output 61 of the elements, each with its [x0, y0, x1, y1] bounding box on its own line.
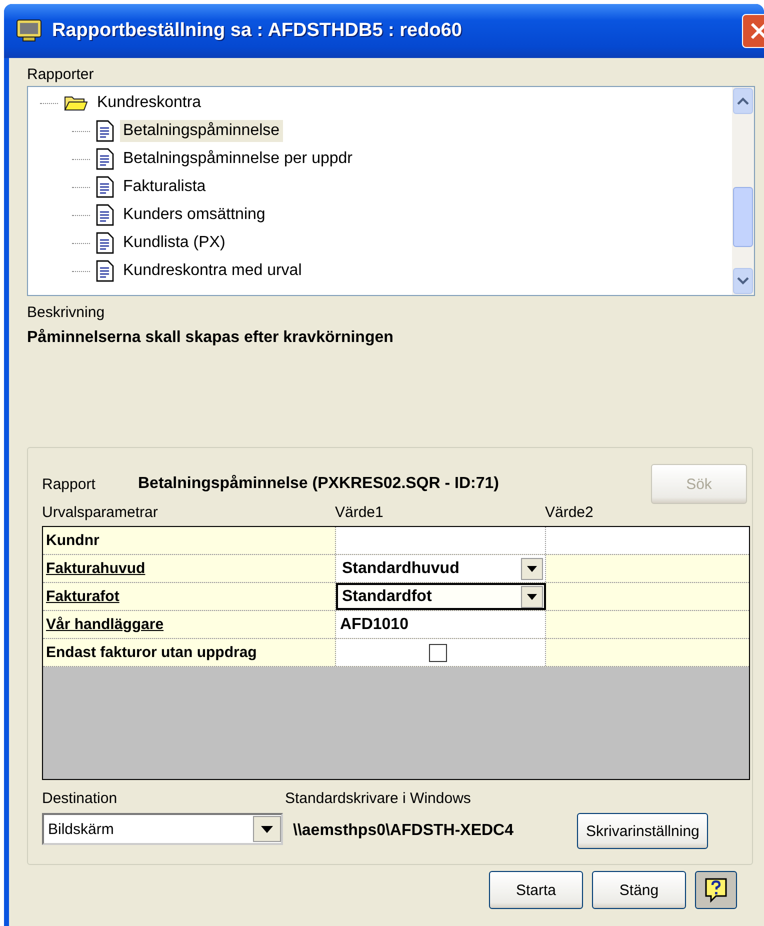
tree-item[interactable]: Kunders omsättning	[120, 204, 268, 226]
help-button[interactable]	[695, 871, 737, 909]
tree-item[interactable]: Kundreskontra med urval	[120, 260, 305, 282]
dropdown-button[interactable]	[253, 816, 281, 842]
document-icon	[96, 176, 114, 198]
close-icon	[748, 20, 764, 42]
scroll-down-button[interactable]	[733, 268, 753, 294]
printer-settings-button[interactable]: Skrivarinställning	[577, 813, 708, 849]
destination-dropdown[interactable]: Bildskärm	[42, 813, 283, 845]
window-title: Rapportbeställning sa : AFDSTHDB5 : redo60	[52, 20, 462, 42]
tree-item[interactable]: Fakturalista	[120, 176, 209, 198]
help-icon	[704, 877, 728, 903]
scrollbar[interactable]	[732, 87, 754, 295]
caret-icon	[261, 826, 273, 832]
value2-field[interactable]	[546, 555, 749, 582]
parameter-name: Fakturafot	[43, 583, 336, 610]
printer-label: Standardskrivare i Windows	[285, 790, 472, 807]
value2-field[interactable]	[546, 639, 749, 666]
parameter-name: Vår handläggare	[43, 611, 336, 638]
report-label: Rapport	[42, 476, 96, 492]
dropdown-button[interactable]	[521, 586, 543, 608]
parameter-name: Kundnr	[43, 527, 336, 554]
tree-item[interactable]: Kundreskontra	[94, 92, 204, 114]
monitor-icon	[16, 19, 42, 43]
description-text: Påminnelserna skall skapas efter kravkörningen	[27, 329, 394, 347]
tree-item[interactable]: Betalningspåminnelse	[120, 120, 283, 142]
value2-field[interactable]	[546, 527, 749, 554]
dropdown-button[interactable]	[521, 558, 543, 580]
document-icon	[96, 204, 114, 226]
value-dropdown[interactable]: Standardfot	[336, 583, 545, 610]
report-tree[interactable]: Kundreskontra Betalningspåminnelse Betalningspåminnelse per uppdr Fakturalista Kunders omsättning Kundlista (PX) Kundreskontra med urval	[27, 86, 755, 296]
report-name: Betalningspåminnelse (PXKRES02.SQR - ID:71)	[138, 475, 500, 493]
document-icon	[96, 260, 114, 282]
value-dropdown[interactable]: Standardhuvud	[336, 555, 545, 582]
dialog-button[interactable]: Starta	[489, 871, 583, 909]
document-icon	[96, 120, 114, 142]
column-header: Urvalsparametrar	[42, 504, 159, 523]
document-icon	[96, 232, 114, 254]
scroll-thumb[interactable]	[733, 187, 753, 247]
column-header: Värde2	[545, 504, 594, 523]
parameter-name: Fakturahuvud	[43, 555, 336, 582]
chevron-down-icon	[737, 277, 749, 285]
tree-item[interactable]: Kundlista (PX)	[120, 232, 228, 254]
value2-field[interactable]	[546, 611, 749, 638]
folder-icon	[64, 94, 88, 112]
checkbox[interactable]	[429, 644, 447, 662]
value2-field[interactable]	[546, 583, 749, 610]
scroll-up-button[interactable]	[733, 88, 753, 114]
column-header: Värde1	[335, 504, 384, 523]
caret-icon	[527, 566, 537, 572]
document-icon	[96, 148, 114, 170]
parameter-name: Endast fakturor utan uppdrag	[43, 639, 336, 666]
printer-path: \\aemsthps0\AFDSTH-XEDC4	[292, 822, 514, 840]
value-field[interactable]: AFD1010	[336, 611, 545, 638]
dialog-button[interactable]: Stäng	[592, 871, 686, 909]
destination-label: Destination	[42, 790, 118, 807]
chevron-up-icon	[737, 97, 749, 105]
description-label: Beskrivning	[27, 304, 106, 321]
tree-item[interactable]: Betalningspåminnelse per uppdr	[120, 148, 356, 170]
caret-icon	[527, 594, 537, 600]
reports-label: Rapporter	[27, 66, 95, 83]
